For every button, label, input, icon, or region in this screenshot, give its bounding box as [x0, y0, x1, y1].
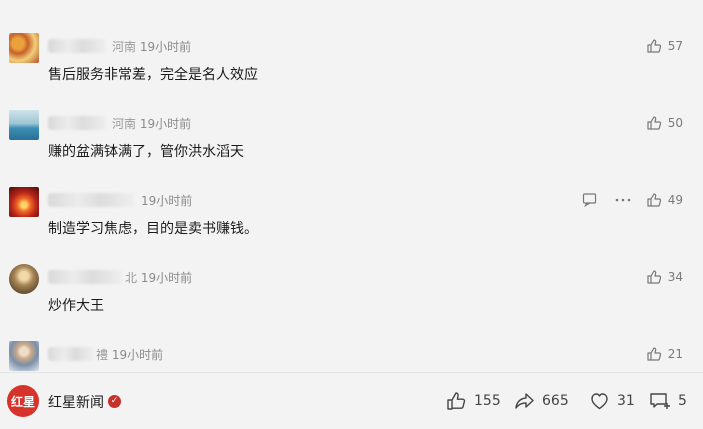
share-count: 665 [542, 393, 569, 409]
avatar[interactable] [9, 264, 39, 294]
comment-button[interactable]: 5 [649, 391, 687, 411]
like-count: 50 [667, 116, 683, 130]
comment-text: 赚的盆满钵满了，管你洪水滔天 [48, 144, 244, 160]
comment-item: 河南 19小时前 售后服务非常差，完全是名人效应 57 [0, 32, 703, 102]
comment-time: 19小时前 [139, 117, 192, 131]
comment-meta: 19小时前 [141, 192, 192, 209]
thumbs-up-icon [647, 116, 661, 130]
avatar[interactable] [9, 110, 39, 140]
avatar[interactable] [9, 187, 39, 217]
like-count: 34 [667, 270, 683, 284]
heart-icon [591, 393, 608, 410]
comment-count: 5 [678, 393, 687, 409]
comment-text: 售后服务非常差，完全是名人效应 [48, 67, 258, 83]
comment-meta: 河南 19小时前 [112, 38, 191, 55]
comment-location: 北 [125, 271, 138, 285]
like-count: 21 [667, 347, 683, 361]
like-button[interactable]: 49 [646, 192, 683, 208]
svg-text:红星: 红星 [11, 394, 35, 409]
like-count: 49 [667, 193, 683, 207]
favorite-count: 31 [617, 393, 635, 409]
comment-meta: 禮 19小时前 [96, 346, 163, 363]
favorite-button[interactable]: 31 [589, 391, 635, 411]
comment-meta: 北 19小时前 [125, 269, 192, 286]
comment-item: 19小时前 制造学习焦虑，目的是卖书赚钱。 49 [0, 186, 703, 256]
avatar[interactable] [9, 33, 39, 63]
comment-location: 河南 [112, 40, 137, 54]
like-button[interactable]: 34 [646, 269, 683, 285]
comment-time: 19小时前 [139, 40, 192, 54]
blurred-username[interactable] [48, 347, 94, 361]
blurred-username[interactable] [48, 270, 122, 284]
article-like-count: 155 [474, 393, 501, 409]
blurred-username[interactable] [48, 116, 106, 130]
brand-logo[interactable]: 红星 [7, 385, 39, 417]
comment-text: 制造学习焦虑，目的是卖书赚钱。 [48, 221, 258, 237]
brand-logo-mark: 红星 [11, 394, 35, 409]
comment-time: 19小时前 [141, 194, 193, 208]
thumbs-up-icon [447, 392, 466, 410]
verified-badge-icon: ✓ [108, 395, 121, 408]
comment-location: 河南 [112, 117, 137, 131]
article-footer: 红星 红星新闻 ✓ 155 665 31 5 [0, 373, 703, 429]
comment-meta: 河南 19小时前 [112, 115, 191, 132]
more-dots-icon[interactable] [614, 192, 632, 207]
comment-time: 19小时前 [111, 348, 164, 362]
like-button[interactable]: 50 [646, 115, 683, 131]
article-like-button[interactable]: 155 [446, 391, 501, 411]
comment-text: 炒作大王 [48, 298, 104, 314]
like-button[interactable]: 21 [646, 346, 683, 362]
comment-item: 北 19小时前 炒作大王 34 [0, 263, 703, 333]
comment-location: 禮 [96, 348, 109, 362]
comment-time: 19小时前 [140, 271, 193, 285]
thumbs-up-icon [647, 39, 661, 53]
thumbs-up-icon [647, 193, 661, 207]
share-button[interactable]: 665 [514, 391, 569, 411]
thumbs-up-icon [647, 270, 661, 284]
comment-list: 河南 19小时前 售后服务非常差，完全是名人效应 57 河南 19小时前 赚的盆… [0, 0, 703, 372]
brand-name[interactable]: 红星新闻 [48, 392, 104, 412]
avatar[interactable] [9, 341, 39, 371]
thumbs-up-icon [647, 347, 661, 361]
blurred-username[interactable] [48, 39, 106, 53]
blurred-username[interactable] [48, 193, 134, 207]
comment-plus-icon [650, 393, 670, 409]
share-arrow-icon [515, 393, 534, 409]
like-count: 57 [667, 39, 683, 53]
comment-item: 河南 19小时前 赚的盆满钵满了，管你洪水滔天 50 [0, 109, 703, 179]
comment-item: 禮 19小时前 21 [0, 340, 703, 372]
like-button[interactable]: 57 [646, 38, 683, 54]
comment-bubble-icon[interactable] [582, 192, 597, 207]
